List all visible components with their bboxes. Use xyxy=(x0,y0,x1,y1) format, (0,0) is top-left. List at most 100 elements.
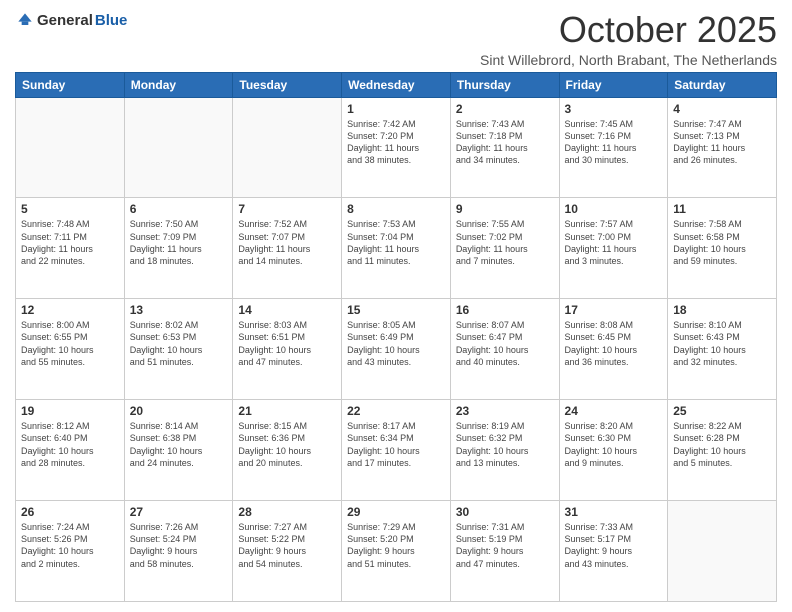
calendar-week-2: 5Sunrise: 7:48 AM Sunset: 7:11 PM Daylig… xyxy=(16,198,777,299)
calendar-cell: 29 Sunrise: 7:29 AM Sunset: 5:20 PM Dayli… xyxy=(342,501,451,602)
day-info: Sunrise: 7:45 AM Sunset: 7:16 PM Dayligh… xyxy=(565,118,663,167)
day-number: 1 xyxy=(347,102,445,116)
day-number: 28 xyxy=(238,505,336,519)
calendar-cell: 12 Sunrise: 8:00 AM Sunset: 6:55 PM Dayli… xyxy=(16,299,125,400)
day-info: Sunrise: 7:55 AM Sunset: 7:02 PM Dayligh… xyxy=(456,218,554,267)
day-info: Sunrise: 7:26 AM Sunset: 5:24 PM Dayligh… xyxy=(130,521,228,570)
day-info: Sunrise: 8:08 AM Sunset: 6:45 PM Dayligh… xyxy=(565,319,663,368)
day-number: 26 xyxy=(21,505,119,519)
day-number: 8 xyxy=(347,202,445,216)
day-number: 19 xyxy=(21,404,119,418)
calendar-cell xyxy=(124,97,233,198)
day-info: Sunrise: 7:52 AM Sunset: 7:07 PM Dayligh… xyxy=(238,218,336,267)
day-info: Sunrise: 7:29 AM Sunset: 5:20 PM Dayligh… xyxy=(347,521,445,570)
day-number: 18 xyxy=(673,303,771,317)
day-number: 4 xyxy=(673,102,771,116)
calendar-cell: 19 Sunrise: 8:12 AM Sunset: 6:40 PM Dayli… xyxy=(16,400,125,501)
day-info: Sunrise: 8:12 AM Sunset: 6:40 PM Dayligh… xyxy=(21,420,119,469)
calendar-week-5: 26 Sunrise: 7:24 AM Sunset: 5:26 PM Dayli… xyxy=(16,501,777,602)
calendar-header-row: Sunday Monday Tuesday Wednesday Thursday… xyxy=(16,72,777,97)
calendar-cell: 13 Sunrise: 8:02 AM Sunset: 6:53 PM Dayli… xyxy=(124,299,233,400)
calendar-cell: 28 Sunrise: 7:27 AM Sunset: 5:22 PM Dayli… xyxy=(233,501,342,602)
calendar-cell: 24Sunrise: 8:20 AM Sunset: 6:30 PM Dayli… xyxy=(559,400,668,501)
calendar-cell: 30 Sunrise: 7:31 AM Sunset: 5:19 PM Dayli… xyxy=(450,501,559,602)
col-thursday: Thursday xyxy=(450,72,559,97)
day-info: Sunrise: 8:00 AM Sunset: 6:55 PM Dayligh… xyxy=(21,319,119,368)
calendar-cell: 25 Sunrise: 8:22 AM Sunset: 6:28 PM Dayli… xyxy=(668,400,777,501)
day-number: 29 xyxy=(347,505,445,519)
day-number: 2 xyxy=(456,102,554,116)
day-info: Sunrise: 7:24 AM Sunset: 5:26 PM Dayligh… xyxy=(21,521,119,570)
calendar-week-4: 19 Sunrise: 8:12 AM Sunset: 6:40 PM Dayli… xyxy=(16,400,777,501)
calendar-cell: 27Sunrise: 7:26 AM Sunset: 5:24 PM Dayli… xyxy=(124,501,233,602)
day-number: 9 xyxy=(456,202,554,216)
calendar-cell: 21 Sunrise: 8:15 AM Sunset: 6:36 PM Dayli… xyxy=(233,400,342,501)
logo: General Blue xyxy=(15,10,127,30)
calendar-cell: 20 Sunrise: 8:14 AM Sunset: 6:38 PM Dayli… xyxy=(124,400,233,501)
day-info: Sunrise: 8:15 AM Sunset: 6:36 PM Dayligh… xyxy=(238,420,336,469)
calendar-cell xyxy=(668,501,777,602)
day-info: Sunrise: 7:50 AM Sunset: 7:09 PM Dayligh… xyxy=(130,218,228,267)
day-info: Sunrise: 8:14 AM Sunset: 6:38 PM Dayligh… xyxy=(130,420,228,469)
calendar-cell: 9 Sunrise: 7:55 AM Sunset: 7:02 PM Daylig… xyxy=(450,198,559,299)
calendar-cell: 17 Sunrise: 8:08 AM Sunset: 6:45 PM Dayli… xyxy=(559,299,668,400)
day-info: Sunrise: 8:10 AM Sunset: 6:43 PM Dayligh… xyxy=(673,319,771,368)
day-info: Sunrise: 8:03 AM Sunset: 6:51 PM Dayligh… xyxy=(238,319,336,368)
day-number: 31 xyxy=(565,505,663,519)
day-info: Sunrise: 8:07 AM Sunset: 6:47 PM Dayligh… xyxy=(456,319,554,368)
day-info: Sunrise: 8:02 AM Sunset: 6:53 PM Dayligh… xyxy=(130,319,228,368)
day-number: 21 xyxy=(238,404,336,418)
day-info: Sunrise: 7:43 AM Sunset: 7:18 PM Dayligh… xyxy=(456,118,554,167)
day-info: Sunrise: 8:20 AM Sunset: 6:30 PM Dayligh… xyxy=(565,420,663,469)
calendar-cell: 18 Sunrise: 8:10 AM Sunset: 6:43 PM Dayli… xyxy=(668,299,777,400)
day-number: 22 xyxy=(347,404,445,418)
day-number: 20 xyxy=(130,404,228,418)
calendar-cell: 5Sunrise: 7:48 AM Sunset: 7:11 PM Daylig… xyxy=(16,198,125,299)
col-friday: Friday xyxy=(559,72,668,97)
day-info: Sunrise: 8:22 AM Sunset: 6:28 PM Dayligh… xyxy=(673,420,771,469)
calendar-cell: 8 Sunrise: 7:53 AM Sunset: 7:04 PM Daylig… xyxy=(342,198,451,299)
day-info: Sunrise: 7:53 AM Sunset: 7:04 PM Dayligh… xyxy=(347,218,445,267)
day-info: Sunrise: 7:31 AM Sunset: 5:19 PM Dayligh… xyxy=(456,521,554,570)
day-info: Sunrise: 8:05 AM Sunset: 6:49 PM Dayligh… xyxy=(347,319,445,368)
col-monday: Monday xyxy=(124,72,233,97)
calendar-cell: 6Sunrise: 7:50 AM Sunset: 7:09 PM Daylig… xyxy=(124,198,233,299)
calendar-cell: 1 Sunrise: 7:42 AM Sunset: 7:20 PM Daylig… xyxy=(342,97,451,198)
day-number: 25 xyxy=(673,404,771,418)
calendar-table: Sunday Monday Tuesday Wednesday Thursday… xyxy=(15,72,777,602)
day-number: 23 xyxy=(456,404,554,418)
title-section: October 2025 Sint Willebrord, North Brab… xyxy=(480,10,777,68)
day-number: 13 xyxy=(130,303,228,317)
day-number: 11 xyxy=(673,202,771,216)
day-number: 10 xyxy=(565,202,663,216)
col-tuesday: Tuesday xyxy=(233,72,342,97)
col-sunday: Sunday xyxy=(16,72,125,97)
calendar-cell: 4Sunrise: 7:47 AM Sunset: 7:13 PM Daylig… xyxy=(668,97,777,198)
day-number: 15 xyxy=(347,303,445,317)
day-info: Sunrise: 7:27 AM Sunset: 5:22 PM Dayligh… xyxy=(238,521,336,570)
calendar-cell: 31Sunrise: 7:33 AM Sunset: 5:17 PM Dayli… xyxy=(559,501,668,602)
day-info: Sunrise: 8:17 AM Sunset: 6:34 PM Dayligh… xyxy=(347,420,445,469)
page: General Blue October 2025 Sint Willebror… xyxy=(0,0,792,612)
col-wednesday: Wednesday xyxy=(342,72,451,97)
day-number: 30 xyxy=(456,505,554,519)
day-number: 17 xyxy=(565,303,663,317)
day-number: 12 xyxy=(21,303,119,317)
calendar-cell: 11 Sunrise: 7:58 AM Sunset: 6:58 PM Dayli… xyxy=(668,198,777,299)
calendar-cell: 3 Sunrise: 7:45 AM Sunset: 7:16 PM Daylig… xyxy=(559,97,668,198)
day-number: 14 xyxy=(238,303,336,317)
calendar-cell: 16Sunrise: 8:07 AM Sunset: 6:47 PM Dayli… xyxy=(450,299,559,400)
calendar-cell: 26 Sunrise: 7:24 AM Sunset: 5:26 PM Dayli… xyxy=(16,501,125,602)
day-number: 7 xyxy=(238,202,336,216)
month-title: October 2025 xyxy=(480,10,777,50)
day-info: Sunrise: 7:48 AM Sunset: 7:11 PM Dayligh… xyxy=(21,218,119,267)
day-info: Sunrise: 7:58 AM Sunset: 6:58 PM Dayligh… xyxy=(673,218,771,267)
day-number: 3 xyxy=(565,102,663,116)
calendar-cell: 10Sunrise: 7:57 AM Sunset: 7:00 PM Dayli… xyxy=(559,198,668,299)
calendar-week-3: 12 Sunrise: 8:00 AM Sunset: 6:55 PM Dayli… xyxy=(16,299,777,400)
calendar-cell: 14 Sunrise: 8:03 AM Sunset: 6:51 PM Dayli… xyxy=(233,299,342,400)
logo-icon xyxy=(15,10,35,30)
calendar-cell: 2 Sunrise: 7:43 AM Sunset: 7:18 PM Daylig… xyxy=(450,97,559,198)
day-info: Sunrise: 7:42 AM Sunset: 7:20 PM Dayligh… xyxy=(347,118,445,167)
calendar-cell xyxy=(16,97,125,198)
